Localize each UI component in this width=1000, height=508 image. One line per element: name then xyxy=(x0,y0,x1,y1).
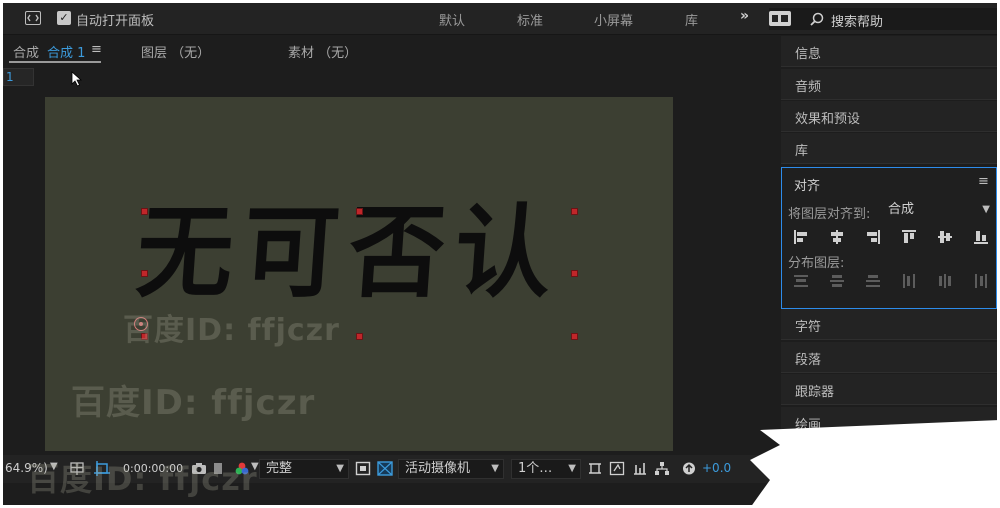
align-to-value: 合成 xyxy=(888,202,915,217)
active-tab-underline xyxy=(9,61,101,63)
tab-composition-1[interactable]: 合成 1 xyxy=(47,42,85,61)
region-of-interest-icon[interactable] xyxy=(94,461,110,476)
panel-tracker[interactable]: 跟踪器 xyxy=(781,374,997,405)
distribute-layers-label: 分布图层: xyxy=(788,256,845,271)
align-vertical-center-icon[interactable] xyxy=(936,228,954,246)
transform-handle-bottom-left[interactable] xyxy=(141,333,148,340)
chevron-down-icon: ▼ xyxy=(491,463,499,474)
tab-menu-icon[interactable]: ≡ xyxy=(91,42,102,57)
magnification-dropdown-icon[interactable]: ▼ xyxy=(50,461,58,472)
camera-view-value: 活动摄像机 xyxy=(405,461,471,476)
align-to-label: 将图层对齐到: xyxy=(788,207,871,222)
transform-handle-top-left[interactable] xyxy=(141,208,148,215)
distribute-vertical-center-icon[interactable] xyxy=(828,272,846,290)
reset-exposure-icon[interactable] xyxy=(681,461,697,476)
workspace-small-screen[interactable]: 小屏幕 xyxy=(594,10,633,29)
mouse-cursor-icon xyxy=(71,71,83,87)
transform-handle-middle-left[interactable] xyxy=(141,270,148,277)
panel-paragraph[interactable]: 段落 xyxy=(781,342,997,373)
grid-guides-icon[interactable] xyxy=(69,461,85,476)
panel-effects-presets[interactable]: 效果和预设 xyxy=(781,101,997,132)
panel-align: 对齐 ≡ 将图层对齐到: 合成 ▼ 分布图层: xyxy=(781,167,997,309)
panel-paragraph-title: 段落 xyxy=(795,353,822,368)
panel-audio[interactable]: 音频 xyxy=(781,69,997,100)
chevron-down-icon: ▼ xyxy=(982,204,990,215)
panel-align-title: 对齐 xyxy=(794,179,821,194)
align-right-icon[interactable] xyxy=(864,228,882,246)
workspace-panel-icon[interactable] xyxy=(25,11,41,25)
align-top-icon[interactable] xyxy=(900,228,918,246)
fast-previews-icon[interactable] xyxy=(355,461,371,476)
composition-navigator-field[interactable]: 1 xyxy=(3,68,34,86)
flowchart-icon[interactable] xyxy=(654,461,670,476)
sync-settings-icon[interactable] xyxy=(769,11,791,26)
workspace-more-button[interactable]: » xyxy=(740,8,749,24)
tab-composition-prefix[interactable]: 合成 xyxy=(13,42,39,61)
current-time-display[interactable]: 0:00:00:00 xyxy=(123,462,183,475)
fast-draft-icon[interactable] xyxy=(609,461,625,476)
workspace-standard[interactable]: 标准 xyxy=(517,10,543,29)
composition-panel: 合成 合成 1 ≡ 图层 （无） 素材 （无） 1 无可否认 百度ID: ffj… xyxy=(3,36,779,505)
workspace-library[interactable]: 库 xyxy=(685,10,698,29)
panel-character[interactable]: 字符 xyxy=(781,309,997,340)
transform-handle-top-right[interactable] xyxy=(571,208,578,215)
exposure-value[interactable]: +0.0 xyxy=(702,461,731,475)
align-to-select[interactable]: 合成 ▼ xyxy=(884,201,994,221)
auto-open-panels-label: 自动打开面板 xyxy=(76,14,155,29)
align-horizontal-center-icon[interactable] xyxy=(828,228,846,246)
watermark: 百度ID: ffjczr xyxy=(71,383,316,423)
tab-footage[interactable]: 素材 （无） xyxy=(288,42,357,61)
panel-audio-title: 音频 xyxy=(795,80,822,95)
snapshot-camera-icon[interactable] xyxy=(191,461,207,476)
tab-layer[interactable]: 图层 （无） xyxy=(141,42,210,61)
transform-handle-bottom-right[interactable] xyxy=(571,333,578,340)
align-bottom-icon[interactable] xyxy=(972,228,990,246)
panel-effects-presets-title: 效果和预设 xyxy=(795,112,861,127)
chevron-down-icon: ▼ xyxy=(568,463,576,474)
channel-dropdown-icon[interactable]: ▼ xyxy=(251,461,259,472)
align-left-icon[interactable] xyxy=(792,228,810,246)
panel-info[interactable]: 信息 xyxy=(781,36,997,67)
resolution-select[interactable]: 完整 ▼ xyxy=(259,459,349,479)
panel-menu-icon[interactable]: ≡ xyxy=(978,174,989,189)
transform-handle-bottom-center[interactable] xyxy=(356,333,363,340)
anchor-point-icon[interactable] xyxy=(134,317,148,331)
composition-tabs: 合成 合成 1 ≡ 图层 （无） 素材 （无） xyxy=(3,36,779,64)
composition-viewer[interactable]: 无可否认 百度ID: ffjczr 百度ID: ffjczr xyxy=(45,97,673,451)
distribute-bottom-icon[interactable] xyxy=(864,272,882,290)
toggle-pixel-aspect-icon[interactable] xyxy=(587,461,603,476)
panel-character-title: 字符 xyxy=(795,320,822,335)
panel-library[interactable]: 库 xyxy=(781,133,997,164)
camera-view-select[interactable]: 活动摄像机 ▼ xyxy=(398,459,504,479)
auto-open-panels-checkbox[interactable]: ✓ xyxy=(57,11,71,25)
transform-handle-top-center[interactable] xyxy=(356,208,363,215)
timeline-icon[interactable] xyxy=(632,461,648,476)
transparency-grid-icon[interactable] xyxy=(377,461,393,476)
transform-handle-middle-right[interactable] xyxy=(571,270,578,277)
composition-toolbar: 64.9%) ▼ 0:00:00:00 ▼ 完整 ▼ 活动摄像机 ▼ 1个… ▼… xyxy=(3,455,779,483)
views-layout-value: 1个… xyxy=(518,461,553,476)
views-layout-select[interactable]: 1个… ▼ xyxy=(511,459,581,479)
show-snapshot-icon[interactable] xyxy=(213,461,229,476)
search-help-box[interactable]: 搜索帮助 xyxy=(769,8,997,30)
panel-info-title: 信息 xyxy=(795,47,822,62)
top-toolbar: ✓ 自动打开面板 默认 标准 小屏幕 库 » 搜索帮助 xyxy=(3,3,997,35)
distribute-top-icon[interactable] xyxy=(792,272,810,290)
search-help-label: 搜索帮助 xyxy=(831,15,884,30)
chevron-down-icon: ▼ xyxy=(336,463,344,474)
panel-tracker-title: 跟踪器 xyxy=(795,385,835,400)
distribute-left-icon[interactable] xyxy=(900,272,918,290)
resolution-value: 完整 xyxy=(266,461,293,476)
channel-rgb-icon[interactable] xyxy=(234,461,250,476)
occlusion-overlay xyxy=(750,420,1000,508)
workspace-default[interactable]: 默认 xyxy=(439,10,465,29)
distribute-right-icon[interactable] xyxy=(972,272,990,290)
magnification-value[interactable]: 64.9%) xyxy=(5,461,48,475)
distribute-horizontal-center-icon[interactable] xyxy=(936,272,954,290)
composition-text-layer[interactable]: 无可否认 xyxy=(133,193,565,312)
panel-library-title: 库 xyxy=(795,144,809,159)
search-icon xyxy=(809,11,825,27)
